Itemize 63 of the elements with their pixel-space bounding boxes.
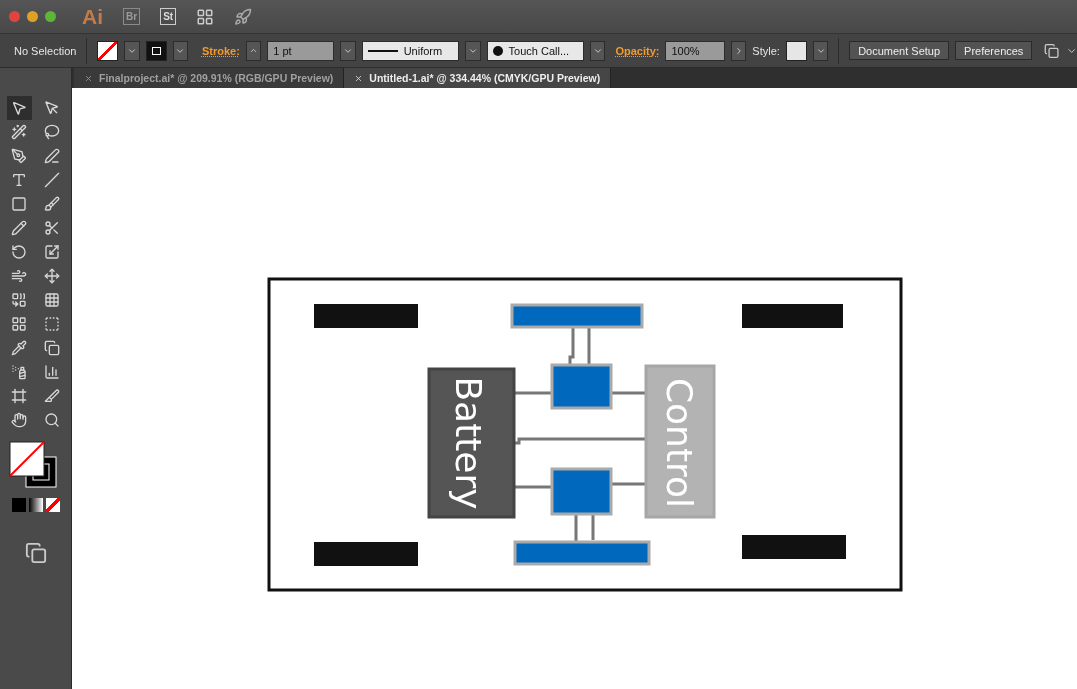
pen-tool-icon <box>11 148 27 164</box>
brush-dropdown[interactable]: Touch Call... <box>486 40 585 61</box>
battery-label: Battery <box>448 376 489 510</box>
dropdown-button[interactable] <box>465 40 481 61</box>
none-mode-icon[interactable] <box>45 498 60 512</box>
stroke-label[interactable]: Stroke: <box>202 44 240 57</box>
maximize-icon[interactable] <box>45 11 56 22</box>
slice-tool-icon <box>44 388 60 404</box>
tool-button[interactable] <box>6 96 32 120</box>
wand-tool-icon <box>11 124 27 140</box>
opacity-label[interactable]: Opacity: <box>615 44 660 57</box>
toolbar-button[interactable]: Document Setup <box>849 41 950 60</box>
color-mode-icon[interactable] <box>11 498 26 512</box>
artboard-tool-icon <box>11 388 27 404</box>
rect-tool-icon <box>11 196 27 212</box>
graph-tool-icon <box>44 364 60 380</box>
scale-tool-icon <box>44 244 60 260</box>
control-label: Control <box>659 377 700 509</box>
dropdown-button[interactable] <box>590 40 606 61</box>
lasso-tool-icon <box>44 124 60 140</box>
toolbar-button[interactable]: Preferences <box>955 41 1033 60</box>
app-launcher-button[interactable]: St <box>160 8 177 25</box>
dropdown-button[interactable] <box>812 40 829 61</box>
minimize-icon[interactable] <box>27 11 38 22</box>
line-icon <box>367 49 398 52</box>
app-logo: Ai <box>82 4 103 29</box>
dropdown-button[interactable] <box>172 40 188 61</box>
zoom-tool-icon <box>44 412 60 428</box>
spray-tool-icon <box>11 364 27 380</box>
profile-dropdown[interactable]: Uniform <box>361 40 460 61</box>
scissors-tool-icon <box>44 220 60 236</box>
stroke-swatch[interactable] <box>145 40 167 61</box>
gradient-mode-icon[interactable] <box>28 498 43 512</box>
line-tool-icon <box>44 172 60 188</box>
dropdown-button[interactable] <box>340 40 356 61</box>
direct-tool-icon <box>44 100 60 116</box>
hand-tool-icon <box>11 412 27 428</box>
tab-title: Untitled-1.ai* @ 334.44% (CMYK/GPU Preview) <box>369 72 601 84</box>
select-tool-icon <box>11 100 27 116</box>
stroke-weight-field[interactable]: 1 pt <box>267 40 335 61</box>
dropdown-button[interactable] <box>731 40 747 61</box>
tab-title: Finalproject.ai* @ 209.91% (RGB/GPU Preview) <box>99 72 334 84</box>
dropdown-button[interactable] <box>124 40 140 61</box>
rocket-icon[interactable] <box>234 7 253 26</box>
caret-icon <box>249 46 259 55</box>
close-icon[interactable] <box>84 73 93 83</box>
transform-tool-icon <box>44 268 60 284</box>
brush-tool-icon <box>44 196 60 212</box>
opacity-field[interactable]: 100% <box>665 40 725 61</box>
eyedropper-tool-icon <box>11 340 27 356</box>
close-icon[interactable] <box>354 73 364 83</box>
fill-swatch[interactable] <box>97 40 119 61</box>
driver-block <box>550 467 613 516</box>
rotate-tool-icon <box>11 244 27 260</box>
style-label: Style: <box>752 44 780 57</box>
workspace-icon[interactable] <box>196 7 215 26</box>
type-tool-icon <box>11 172 27 188</box>
selection-status: No Selection <box>14 44 77 57</box>
dot-icon <box>492 45 503 56</box>
driver-block <box>550 363 613 410</box>
document-tab[interactable]: Finalproject.ai* @ 209.91% (RGB/GPU Preview) <box>74 68 345 88</box>
document-tab[interactable]: Untitled-1.ai* @ 334.44% (CMYK/GPU Preview) <box>344 68 612 88</box>
style-swatch[interactable] <box>785 40 807 61</box>
